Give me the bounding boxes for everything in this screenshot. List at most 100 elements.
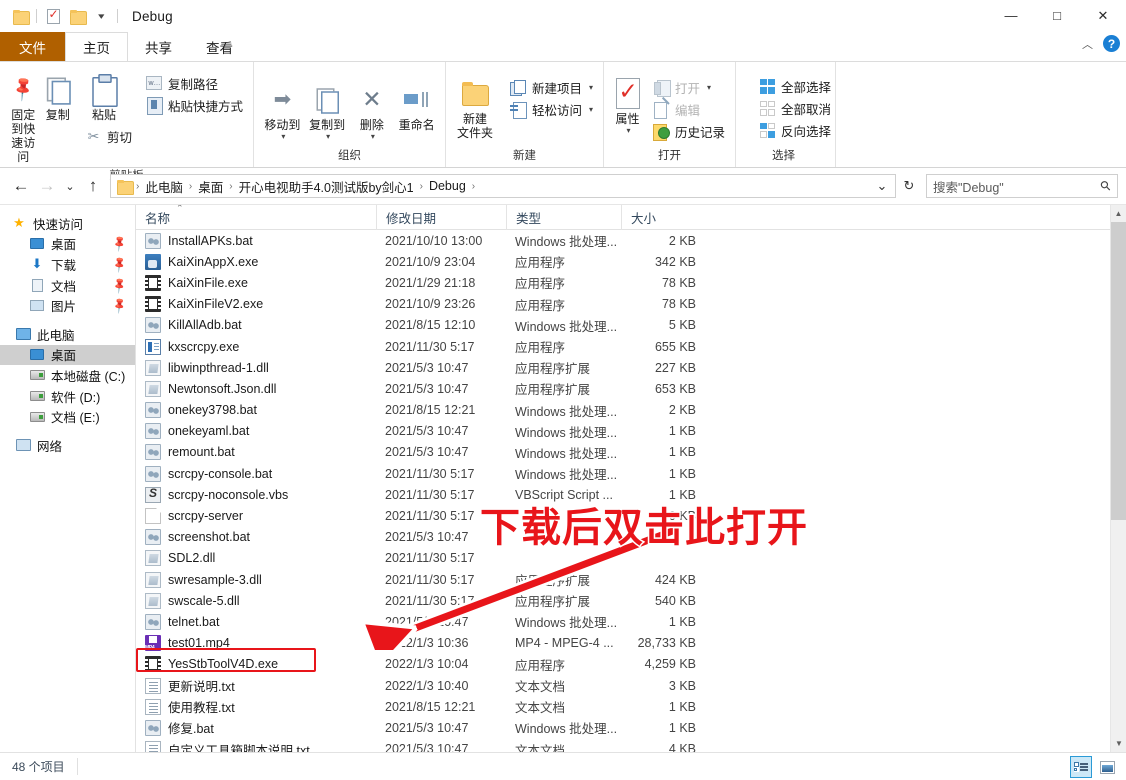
rename-button[interactable]: 重命名 xyxy=(394,79,439,135)
table-row[interactable]: scrcpy-noconsole.vbs 2021/11/30 5:17 VBScr… xyxy=(136,484,1126,505)
table-row[interactable]: remount.bat 2021/5/3 10:47 Windows 批处理... 1… xyxy=(136,442,1126,463)
tab-home[interactable]: 主页 xyxy=(65,32,128,61)
invert-selection-button[interactable]: 反向选择 xyxy=(755,119,835,141)
sidebar-item-quick-access[interactable]: ★ 快速访问 xyxy=(0,213,135,234)
search-icon[interactable]: ⚲ xyxy=(1097,177,1115,195)
table-row[interactable]: 更新说明.txt 2022/1/3 10:40 文本文档 3 KB xyxy=(136,675,1126,696)
minimize-button[interactable]: — xyxy=(988,0,1034,31)
table-row[interactable]: KaiXinFileV2.exe 2021/10/9 23:26 应用程序 78 KB xyxy=(136,294,1126,315)
copy-path-button[interactable]: w… 复制路径 xyxy=(142,72,247,94)
properties-icon[interactable] xyxy=(41,4,65,28)
large-icons-view-button[interactable] xyxy=(1096,756,1118,778)
sidebar-item-desktop-quick[interactable]: 桌面 📌 xyxy=(0,234,135,255)
chevron-down-icon[interactable]: ▾ xyxy=(707,83,711,92)
pin-icon[interactable]: 📌 xyxy=(111,235,129,253)
copy-button[interactable]: 复制 xyxy=(40,69,74,125)
file-name-cell[interactable]: onekeyaml.bat xyxy=(136,423,376,440)
table-row[interactable]: Newtonsoft.Json.dll 2021/5/3 10:47 应用程序扩展 6… xyxy=(136,378,1126,399)
table-row[interactable]: 修复.bat 2021/5/3 10:47 Windows 批处理... 1 KB xyxy=(136,717,1126,738)
sidebar-item-desktop-selected[interactable]: 桌面 xyxy=(0,344,135,366)
table-row[interactable]: screenshot.bat 2021/5/3 10:47 xyxy=(136,527,1126,548)
sidebar-item-downloads[interactable]: ⬇ 下载 📌 xyxy=(0,254,135,275)
select-all-button[interactable]: 全部选择 xyxy=(755,75,835,97)
table-row[interactable]: swscale-5.dll 2021/11/30 5:17 应用程序扩展 540 KB xyxy=(136,590,1126,611)
file-name-cell[interactable]: 更新说明.txt xyxy=(136,676,376,695)
scroll-down-arrow-icon[interactable]: ▼ xyxy=(1111,735,1126,752)
help-icon[interactable]: ? xyxy=(1103,35,1120,52)
table-row[interactable]: scrcpy-server 2021/11/30 5:17 40 KB xyxy=(136,505,1126,526)
column-header-date-modified[interactable]: 修改日期 xyxy=(376,205,506,230)
table-row[interactable]: libwinpthread-1.dll 2021/5/3 10:47 应用程序扩展 2… xyxy=(136,357,1126,378)
file-name-cell[interactable]: scrcpy-server xyxy=(136,508,376,525)
file-name-cell[interactable]: scrcpy-console.bat xyxy=(136,465,376,482)
table-row[interactable]: telnet.bat 2021/5/3 10:47 Windows 批处理... 1 … xyxy=(136,611,1126,632)
copy-to-button[interactable]: 复制到 ▾ xyxy=(305,79,350,147)
column-header-type[interactable]: 类型 xyxy=(506,205,621,230)
tab-share[interactable]: 共享 xyxy=(128,32,189,61)
pin-icon[interactable]: 📌 xyxy=(111,276,129,294)
chevron-down-icon[interactable]: ▾ xyxy=(626,124,630,138)
file-name-cell[interactable]: SDL2.dll xyxy=(136,550,376,567)
file-name-cell[interactable]: libwinpthread-1.dll xyxy=(136,359,376,376)
file-name-cell[interactable]: KillAllAdb.bat xyxy=(136,317,376,334)
easy-access-button[interactable]: 轻松访问 ▾ xyxy=(506,98,597,120)
sidebar-item-network[interactable]: 网络 xyxy=(0,435,135,456)
file-name-cell[interactable]: scrcpy-noconsole.vbs xyxy=(136,486,376,503)
new-item-button[interactable]: 新建项目 ▾ xyxy=(506,76,597,98)
chevron-down-icon[interactable]: ▾ xyxy=(326,130,330,144)
table-row[interactable]: 使用教程.txt 2021/8/15 12:21 文本文档 1 KB xyxy=(136,696,1126,717)
sidebar-item-drive-e[interactable]: 文档 (E:) xyxy=(0,406,135,427)
paste-shortcut-button[interactable]: 粘贴快捷方式 xyxy=(142,94,247,116)
chevron-down-icon[interactable]: ▾ xyxy=(589,83,593,92)
pin-icon[interactable]: 📌 xyxy=(111,255,129,274)
column-header-name[interactable]: 名称 ⌃ xyxy=(136,205,376,230)
sidebar-item-local-disk-c[interactable]: 本地磁盘 (C:) xyxy=(0,365,135,386)
new-folder-button[interactable]: 新建 文件夹 xyxy=(452,73,498,143)
sidebar-item-pictures[interactable]: 图片 📌 xyxy=(0,295,135,316)
file-name-cell[interactable]: remount.bat xyxy=(136,444,376,461)
file-name-cell[interactable]: Newtonsoft.Json.dll xyxy=(136,380,376,397)
table-row[interactable]: SDL2.dll 2021/11/30 5:17 xyxy=(136,548,1126,569)
file-name-cell[interactable]: swresample-3.dll xyxy=(136,571,376,588)
file-name-cell[interactable]: KaiXinAppX.exe xyxy=(136,253,376,270)
chevron-down-icon[interactable]: ▾ xyxy=(589,105,593,114)
new-folder-icon[interactable] xyxy=(65,4,89,28)
table-row[interactable]: scrcpy-console.bat 2021/11/30 5:17 Windows… xyxy=(136,463,1126,484)
maximize-button[interactable]: □ xyxy=(1034,0,1080,31)
move-to-button[interactable]: ➡ 移动到 ▾ xyxy=(260,79,305,147)
delete-button[interactable]: ✕ 删除 ▾ xyxy=(350,79,395,147)
scrollbar-thumb[interactable] xyxy=(1111,222,1126,520)
table-row[interactable]: KaiXinAppX.exe 2021/10/9 23:04 应用程序 342 KB xyxy=(136,251,1126,272)
close-button[interactable]: ✕ xyxy=(1080,0,1126,31)
sidebar-item-documents[interactable]: 文档 📌 xyxy=(0,275,135,296)
paste-button[interactable]: 粘贴 xyxy=(75,69,133,125)
file-name-cell[interactable]: YesStbToolV4D.exe xyxy=(136,656,376,673)
file-name-cell[interactable]: swscale-5.dll xyxy=(136,592,376,609)
properties-button[interactable]: 属性 ▾ xyxy=(610,73,645,141)
breadcrumb-item-this-pc[interactable]: 此电脑 xyxy=(141,175,187,197)
tab-file[interactable]: 文件 xyxy=(0,32,65,61)
file-name-cell[interactable]: onekey3798.bat xyxy=(136,402,376,419)
breadcrumb-item-project[interactable]: 开心电视助手4.0测试版by剑心1 xyxy=(235,175,418,197)
table-row[interactable]: 自定义工具箱脚本说明.txt 2021/5/3 10:47 文本文档 4 KB xyxy=(136,739,1126,752)
table-row[interactable]: YesStbToolV4D.exe 2022/1/3 10:04 应用程序 4,259… xyxy=(136,654,1126,675)
table-row[interactable]: onekeyaml.bat 2021/5/3 10:47 Windows 批处理..… xyxy=(136,421,1126,442)
details-view-button[interactable] xyxy=(1070,756,1092,778)
table-row[interactable]: swresample-3.dll 2021/11/30 5:17 应用程序扩展 424… xyxy=(136,569,1126,590)
table-row[interactable]: test01.mp4 2022/1/3 10:36 MP4 - MPEG-4 ...… xyxy=(136,633,1126,654)
cut-button[interactable]: ✂ 剪切 xyxy=(81,125,136,147)
tab-view[interactable]: 查看 xyxy=(189,32,250,61)
breadcrumb[interactable]: › 此电脑 › 桌面 › 开心电视助手4.0测试版by剑心1 › Debug ›… xyxy=(110,174,896,198)
table-row[interactable]: KillAllAdb.bat 2021/8/15 12:10 Windows 批处理… xyxy=(136,315,1126,336)
select-none-button[interactable]: 全部取消 xyxy=(755,97,835,119)
table-row[interactable]: KaiXinFile.exe 2021/1/29 21:18 应用程序 78 KB xyxy=(136,272,1126,293)
file-name-cell[interactable]: 使用教程.txt xyxy=(136,697,376,716)
address-dropdown-chevron-down-icon[interactable]: ⌄ xyxy=(871,175,893,197)
file-name-cell[interactable]: kxscrcpy.exe xyxy=(136,338,376,355)
chevron-down-icon[interactable]: ▾ xyxy=(281,130,285,144)
breadcrumb-item-debug[interactable]: Debug xyxy=(425,175,470,197)
pin-icon[interactable]: 📌 xyxy=(111,296,129,315)
file-name-cell[interactable]: telnet.bat xyxy=(136,613,376,630)
file-name-cell[interactable]: screenshot.bat xyxy=(136,529,376,546)
file-name-cell[interactable]: KaiXinFile.exe xyxy=(136,274,376,291)
